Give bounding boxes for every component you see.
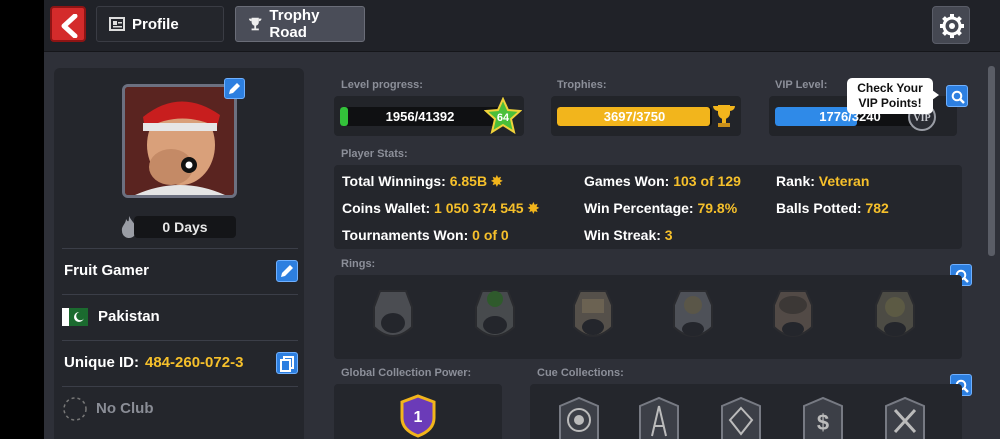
dollar-collection-icon[interactable]: $ bbox=[798, 396, 848, 439]
vip-badge-text: VIP bbox=[913, 113, 930, 124]
collection-power-shield-icon: 1 bbox=[400, 394, 436, 438]
collection-power-value: 1 bbox=[414, 409, 423, 426]
back-button[interactable] bbox=[50, 6, 86, 42]
stat-win-percentage-value: 79.8% bbox=[697, 200, 738, 216]
tab-profile[interactable]: Profile bbox=[96, 6, 224, 42]
trophies-bar: 3697/3750 bbox=[557, 107, 712, 126]
gem-collection-icon[interactable] bbox=[716, 396, 766, 439]
unique-id-value: 484-260-072-3 bbox=[145, 354, 244, 371]
coin-stack-icon: ✸ bbox=[490, 173, 503, 189]
trophies-label: Trophies: bbox=[557, 79, 607, 91]
days-counter: 0 Days bbox=[134, 216, 236, 238]
tab-profile-label: Profile bbox=[132, 15, 179, 33]
tab-trophy-road-label: Trophy Road bbox=[269, 7, 320, 41]
stat-total-winnings: Total Winnings: 6.85B ✸ bbox=[342, 173, 503, 190]
cue-collections-label: Cue Collections: bbox=[537, 367, 624, 379]
pencil-icon bbox=[229, 83, 240, 94]
ring-icon[interactable] bbox=[566, 287, 620, 345]
profile-card-icon bbox=[109, 17, 125, 31]
stat-tournaments-won-label: Tournaments Won: bbox=[342, 227, 469, 243]
ring-icon[interactable] bbox=[666, 287, 720, 345]
stat-games-won-label: Games Won: bbox=[584, 173, 670, 189]
unique-id-label: Unique ID: bbox=[64, 354, 139, 371]
eight-ball-collection-icon[interactable] bbox=[554, 396, 604, 439]
stat-total-winnings-value: 6.85B bbox=[449, 173, 488, 189]
stat-coins-wallet: Coins Wallet: 1 050 374 545 ✸ bbox=[342, 200, 539, 217]
player-stats-box: Total Winnings: 6.85B ✸ Coins Wallet: 1 … bbox=[334, 165, 962, 249]
trophy-road-screen: Profile Trophy Road 0 Days Fruit Gamer P… bbox=[44, 0, 1000, 439]
player-name: Fruit Gamer bbox=[64, 262, 150, 279]
level-number: 64 bbox=[497, 112, 510, 124]
gear-icon bbox=[940, 14, 964, 38]
stat-games-won-value: 103 of 129 bbox=[673, 173, 741, 189]
global-collection-power-box: 1 bbox=[334, 384, 502, 439]
country-row: Pakistan bbox=[62, 294, 298, 338]
rings-box bbox=[334, 275, 962, 359]
settings-button[interactable] bbox=[932, 6, 970, 44]
scrollbar[interactable] bbox=[988, 66, 995, 256]
level-progress-label: Level progress: bbox=[341, 79, 423, 91]
club-placeholder-icon bbox=[63, 396, 87, 421]
stat-win-percentage: Win Percentage: 79.8% bbox=[584, 200, 737, 216]
search-icon bbox=[951, 90, 965, 104]
profile-panel: 0 Days Fruit Gamer Pakistan Unique ID: 4… bbox=[54, 68, 304, 439]
pakistan-flag-icon bbox=[62, 307, 88, 326]
stat-win-streak-label: Win Streak: bbox=[584, 227, 661, 243]
gold-trophy-icon bbox=[713, 105, 735, 127]
stat-balls-potted-value: 782 bbox=[865, 200, 889, 216]
landmark-collection-icon[interactable] bbox=[634, 396, 684, 439]
stat-balls-potted: Balls Potted: 782 bbox=[776, 200, 889, 216]
vip-points-tooltip[interactable]: Check Your VIP Points! bbox=[847, 78, 939, 114]
trophy-icon bbox=[248, 17, 262, 31]
club-name: No Club bbox=[96, 400, 154, 417]
stat-coins-wallet-value: 1 050 374 545 bbox=[434, 200, 524, 216]
stat-rank: Rank: Veteran bbox=[776, 173, 869, 189]
avatar[interactable] bbox=[122, 84, 237, 198]
trophies-box: 3697/3750 bbox=[551, 96, 741, 136]
level-progress-bar: 1956/41392 bbox=[340, 107, 500, 126]
pencil-icon bbox=[281, 264, 293, 277]
rings-label: Rings: bbox=[341, 258, 376, 270]
top-bar: Profile Trophy Road bbox=[44, 0, 1000, 52]
stat-tournaments-won-value: 0 of 0 bbox=[472, 227, 509, 243]
stat-coins-wallet-label: Coins Wallet: bbox=[342, 200, 431, 216]
stat-games-won: Games Won: 103 of 129 bbox=[584, 173, 741, 189]
tab-trophy-road[interactable]: Trophy Road bbox=[235, 6, 365, 42]
player-stats-label: Player Stats: bbox=[341, 148, 408, 160]
level-progress-box: 1956/41392 64 bbox=[334, 96, 524, 136]
vip-info-button[interactable] bbox=[946, 85, 968, 107]
ring-icon[interactable] bbox=[468, 287, 522, 345]
unique-id-row: Unique ID: 484-260-072-3 bbox=[62, 340, 298, 384]
copy-id-button[interactable] bbox=[276, 351, 298, 374]
stat-rank-label: Rank: bbox=[776, 173, 815, 189]
level-star-icon: 64 bbox=[484, 97, 522, 135]
level-progress-value: 1956/41392 bbox=[385, 109, 455, 124]
stat-rank-value: Veteran bbox=[818, 173, 870, 189]
ring-icon[interactable] bbox=[766, 287, 820, 345]
stat-win-percentage-label: Win Percentage: bbox=[584, 200, 694, 216]
svg-text:$: $ bbox=[817, 410, 829, 435]
stat-tournaments-won: Tournaments Won: 0 of 0 bbox=[342, 227, 509, 243]
ring-icon[interactable] bbox=[366, 287, 420, 345]
player-name-row: Fruit Gamer bbox=[62, 248, 298, 292]
stat-balls-potted-label: Balls Potted: bbox=[776, 200, 862, 216]
copy-icon bbox=[280, 355, 294, 372]
crossed-swords-collection-icon[interactable] bbox=[880, 396, 930, 439]
coin-icon: ✸ bbox=[527, 200, 540, 216]
back-arrow-icon bbox=[61, 14, 78, 38]
ring-icon[interactable] bbox=[868, 287, 922, 345]
stat-win-streak: Win Streak: 3 bbox=[584, 227, 673, 243]
stat-win-streak-value: 3 bbox=[664, 227, 673, 243]
club-row[interactable]: No Club bbox=[62, 386, 298, 430]
country-name: Pakistan bbox=[98, 308, 160, 325]
edit-avatar-button[interactable] bbox=[224, 78, 245, 99]
cue-collections-box: $ bbox=[530, 384, 962, 439]
stat-total-winnings-label: Total Winnings: bbox=[342, 173, 446, 189]
global-collection-power-label: Global Collection Power: bbox=[341, 367, 472, 379]
trophies-value: 3697/3750 bbox=[603, 109, 666, 124]
avatar-image bbox=[125, 87, 234, 195]
vip-level-label: VIP Level: bbox=[775, 79, 828, 91]
edit-name-button[interactable] bbox=[276, 259, 298, 282]
